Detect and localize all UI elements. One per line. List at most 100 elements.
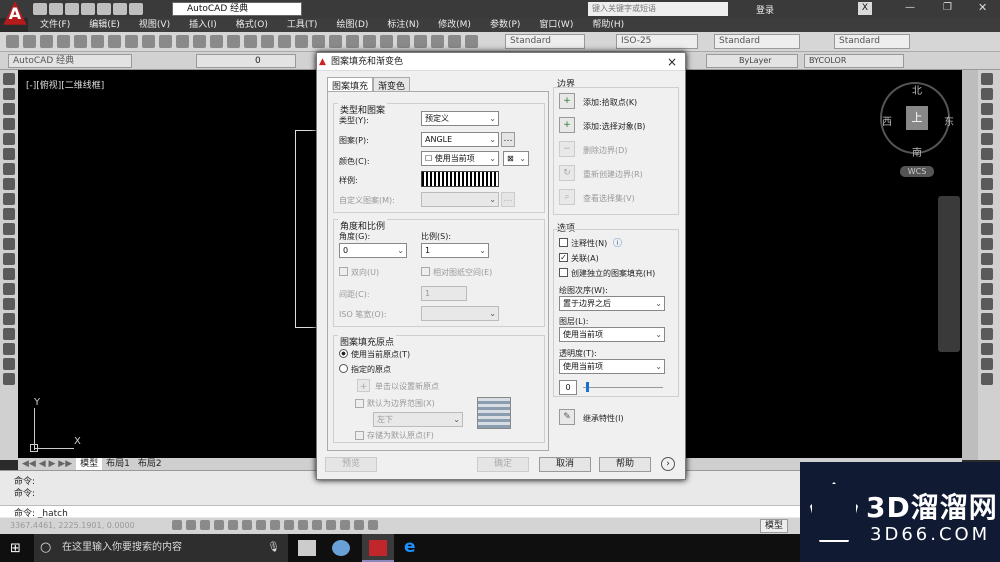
relative-paper-checkbox[interactable] bbox=[421, 267, 430, 276]
toolbar-tool-icon[interactable] bbox=[108, 35, 121, 48]
custom-pattern-select[interactable]: ⌄ bbox=[421, 192, 499, 207]
toolbar-tool-icon[interactable] bbox=[6, 35, 19, 48]
status-toggle-icon[interactable] bbox=[284, 520, 294, 530]
menu-item-0[interactable]: 文件(F) bbox=[40, 18, 70, 32]
media-app-icon[interactable] bbox=[298, 540, 316, 556]
modify-tool-icon[interactable] bbox=[981, 373, 993, 385]
status-toggle-icon[interactable] bbox=[354, 520, 364, 530]
tab-layout1[interactable]: 布局1 bbox=[102, 458, 134, 470]
set-origin-icon[interactable]: + bbox=[357, 379, 370, 392]
recreate-boundary-label[interactable]: 重新创建边界(R) bbox=[583, 169, 643, 180]
transparency-value-input[interactable]: 0 bbox=[559, 380, 577, 395]
modify-tool-icon[interactable] bbox=[981, 208, 993, 220]
preview-button[interactable]: 预览 bbox=[325, 457, 377, 472]
dialog-close-icon[interactable]: × bbox=[667, 53, 677, 71]
use-current-origin-radio[interactable] bbox=[339, 349, 348, 358]
login-link[interactable]: 登录 bbox=[756, 3, 774, 16]
modify-tool-icon[interactable] bbox=[981, 73, 993, 85]
toolbar-tool-icon[interactable] bbox=[176, 35, 189, 48]
modify-tool-icon[interactable] bbox=[981, 148, 993, 160]
modify-tool-icon[interactable] bbox=[981, 103, 993, 115]
transparency-slider-track[interactable] bbox=[583, 387, 663, 388]
toolbar-tool-icon[interactable] bbox=[40, 35, 53, 48]
layer-dropdown[interactable]: 0 bbox=[196, 54, 296, 68]
windows-start-icon[interactable]: ⊞ bbox=[10, 541, 21, 556]
modify-tool-icon[interactable] bbox=[981, 358, 993, 370]
toolbar-tool-icon[interactable] bbox=[295, 35, 308, 48]
menu-item-10[interactable]: 窗口(W) bbox=[539, 18, 573, 32]
toolbar-tool-icon[interactable] bbox=[227, 35, 240, 48]
inherit-properties-icon[interactable]: ✎ bbox=[559, 409, 575, 425]
workspace-dropdown[interactable]: AutoCAD 经典 bbox=[8, 54, 132, 68]
ok-button[interactable]: 确定 bbox=[477, 457, 529, 472]
transparency-slider-thumb[interactable] bbox=[586, 382, 589, 392]
menu-item-8[interactable]: 修改(M) bbox=[438, 18, 471, 32]
wcs-menu[interactable]: WCS bbox=[900, 166, 934, 177]
status-toggle-icon[interactable] bbox=[228, 520, 238, 530]
add-pick-points-label[interactable]: 添加:拾取点(K) bbox=[583, 97, 637, 108]
toolbar-tool-icon[interactable] bbox=[261, 35, 274, 48]
toolbar-tool-icon[interactable] bbox=[312, 35, 325, 48]
menu-item-9[interactable]: 参数(P) bbox=[490, 18, 520, 32]
modify-tool-icon[interactable] bbox=[981, 193, 993, 205]
viewcube-face[interactable]: 上 bbox=[906, 106, 928, 130]
draw-tool-icon[interactable] bbox=[3, 118, 15, 130]
color-select[interactable]: ☐ 使用当前项 ⌄ bbox=[421, 151, 499, 166]
modify-tool-icon[interactable] bbox=[981, 268, 993, 280]
transparency-select[interactable]: 使用当前项 ⌄ bbox=[559, 359, 665, 374]
pattern-browse-button[interactable]: … bbox=[501, 132, 515, 147]
modify-tool-icon[interactable] bbox=[981, 343, 993, 355]
status-toggle-icon[interactable] bbox=[256, 520, 266, 530]
menu-item-11[interactable]: 帮助(H) bbox=[592, 18, 624, 32]
dim-style-combo[interactable]: ISO-25 bbox=[616, 34, 698, 49]
menu-item-7[interactable]: 标注(N) bbox=[387, 18, 419, 32]
remove-boundary-label[interactable]: 删除边界(D) bbox=[583, 145, 627, 156]
status-toggle-icon[interactable] bbox=[340, 520, 350, 530]
modify-tool-icon[interactable] bbox=[981, 178, 993, 190]
tab-model[interactable]: 模型 bbox=[76, 458, 103, 470]
modify-tool-icon[interactable] bbox=[981, 283, 993, 295]
close-icon[interactable]: ✕ bbox=[978, 1, 987, 14]
draw-tool-icon[interactable] bbox=[3, 343, 15, 355]
toolbar-tool-icon[interactable] bbox=[414, 35, 427, 48]
taskbar-search[interactable]: ○ 在这里输入你要搜索的内容 🎙 bbox=[34, 534, 288, 562]
view-selection-icon[interactable]: ⌕ bbox=[559, 189, 575, 205]
toolbar-tool-icon[interactable] bbox=[57, 35, 70, 48]
save-icon[interactable] bbox=[65, 3, 79, 15]
draw-tool-icon[interactable] bbox=[3, 178, 15, 190]
double-checkbox[interactable] bbox=[339, 267, 348, 276]
separate-hatch-checkbox[interactable] bbox=[559, 268, 568, 277]
draw-tool-icon[interactable] bbox=[3, 208, 15, 220]
toolbar-tool-icon[interactable] bbox=[159, 35, 172, 48]
angle-select[interactable]: 0 ⌄ bbox=[339, 243, 407, 258]
menu-item-1[interactable]: 编辑(E) bbox=[89, 18, 120, 32]
menu-item-6[interactable]: 绘图(D) bbox=[336, 18, 368, 32]
toolbar-tool-icon[interactable] bbox=[329, 35, 342, 48]
text-style-combo[interactable]: Standard bbox=[505, 34, 585, 49]
status-toggle-icon[interactable] bbox=[326, 520, 336, 530]
navigation-bar[interactable] bbox=[938, 196, 960, 352]
draw-tool-icon[interactable] bbox=[3, 253, 15, 265]
more-options-icon[interactable]: › bbox=[661, 457, 675, 471]
toolbar-tool-icon[interactable] bbox=[465, 35, 478, 48]
menu-item-4[interactable]: 格式(O) bbox=[236, 18, 268, 32]
remove-boundary-icon[interactable]: − bbox=[559, 141, 575, 157]
modify-tool-icon[interactable] bbox=[981, 253, 993, 265]
microphone-icon[interactable]: 🎙 bbox=[267, 534, 280, 562]
modify-tool-icon[interactable] bbox=[981, 223, 993, 235]
open-icon[interactable] bbox=[49, 3, 63, 15]
iso-pen-select[interactable]: ⌄ bbox=[421, 306, 499, 321]
modify-tool-icon[interactable] bbox=[981, 328, 993, 340]
info-icon[interactable]: ⓘ bbox=[613, 236, 622, 249]
associative-checkbox[interactable]: ✓ bbox=[559, 253, 568, 262]
toolbar-tool-icon[interactable] bbox=[431, 35, 444, 48]
add-select-objects-label[interactable]: 添加:选择对象(B) bbox=[583, 121, 645, 132]
status-toggle-icon[interactable] bbox=[368, 520, 378, 530]
autocad-app-icon[interactable] bbox=[369, 540, 387, 556]
toolbar-tool-icon[interactable] bbox=[244, 35, 257, 48]
menu-item-5[interactable]: 工具(T) bbox=[287, 18, 318, 32]
draw-tool-icon[interactable] bbox=[3, 193, 15, 205]
cancel-button[interactable]: 取消 bbox=[539, 457, 591, 472]
type-select[interactable]: 预定义 ⌄ bbox=[421, 111, 499, 126]
toolbar-tool-icon[interactable] bbox=[278, 35, 291, 48]
